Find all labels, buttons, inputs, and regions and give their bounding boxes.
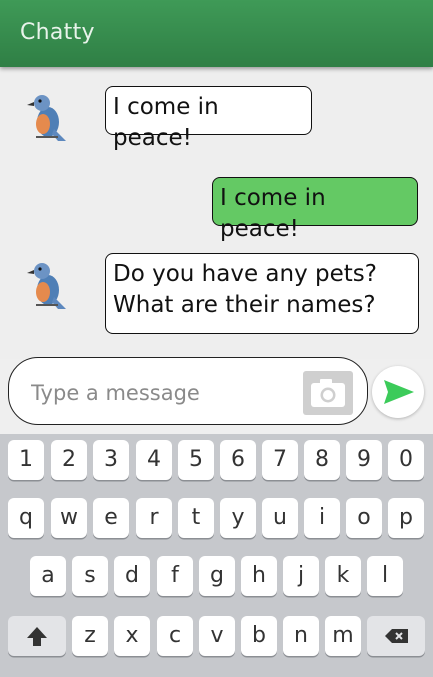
key-n[interactable]: n	[283, 616, 319, 656]
camera-button[interactable]	[303, 371, 353, 415]
app-bar: Chatty	[0, 0, 433, 67]
message-line: I come in peace!	[113, 94, 219, 151]
message-composer	[8, 357, 368, 425]
send-arrow-icon	[384, 380, 414, 404]
backspace-key[interactable]	[367, 616, 425, 656]
key-i[interactable]: i	[304, 498, 340, 538]
key-6[interactable]: 6	[220, 440, 256, 480]
shift-arrow-icon	[27, 627, 47, 646]
key-w[interactable]: w	[51, 498, 87, 538]
key-3[interactable]: 3	[93, 440, 129, 480]
app-title: Chatty	[20, 20, 95, 45]
backspace-icon	[385, 629, 408, 643]
message-input[interactable]	[29, 380, 293, 406]
key-1[interactable]: 1	[8, 440, 44, 480]
message-line: I come in peace!	[220, 185, 326, 242]
key-s[interactable]: s	[72, 556, 108, 596]
key-7[interactable]: 7	[262, 440, 298, 480]
key-v[interactable]: v	[199, 616, 235, 656]
key-c[interactable]: c	[157, 616, 193, 656]
camera-icon	[311, 379, 345, 407]
key-m[interactable]: m	[325, 616, 361, 656]
message-line: What are their names?	[113, 292, 376, 318]
key-f[interactable]: f	[157, 556, 193, 596]
key-d[interactable]: d	[114, 556, 150, 596]
key-o[interactable]: o	[346, 498, 382, 538]
key-t[interactable]: t	[178, 498, 214, 538]
chat-thread[interactable]: I come in peace! I come in peace! Do you…	[0, 67, 433, 359]
key-2[interactable]: 2	[51, 440, 87, 480]
key-0[interactable]: 0	[388, 440, 424, 480]
key-h[interactable]: h	[241, 556, 277, 596]
key-p[interactable]: p	[388, 498, 424, 538]
key-q[interactable]: q	[8, 498, 44, 538]
key-a[interactable]: a	[30, 556, 66, 596]
bird-avatar-icon	[22, 89, 70, 145]
key-e[interactable]: e	[93, 498, 129, 538]
key-8[interactable]: 8	[304, 440, 340, 480]
key-z[interactable]: z	[72, 616, 108, 656]
key-r[interactable]: r	[136, 498, 172, 538]
key-y[interactable]: y	[220, 498, 256, 538]
message-bubble-incoming: I come in peace!	[105, 86, 312, 151]
key-u[interactable]: u	[262, 498, 298, 538]
key-l[interactable]: l	[367, 556, 403, 596]
key-b[interactable]: b	[241, 616, 277, 656]
key-x[interactable]: x	[114, 616, 150, 656]
message-bubble-incoming: Do you have any pets? What are their nam…	[105, 253, 419, 334]
key-k[interactable]: k	[325, 556, 361, 596]
shift-key[interactable]	[8, 616, 66, 656]
message-line: Do you have any pets?	[113, 261, 377, 287]
on-screen-keyboard: 1 2 3 4 5 6 7 8 9 0 q w e r t y u i o p …	[0, 434, 433, 677]
key-4[interactable]: 4	[136, 440, 172, 480]
key-j[interactable]: j	[283, 556, 319, 596]
bird-avatar-icon	[22, 257, 70, 313]
key-g[interactable]: g	[199, 556, 235, 596]
send-button[interactable]	[372, 366, 424, 418]
key-5[interactable]: 5	[178, 440, 214, 480]
key-9[interactable]: 9	[346, 440, 382, 480]
message-bubble-outgoing: I come in peace!	[212, 177, 418, 242]
